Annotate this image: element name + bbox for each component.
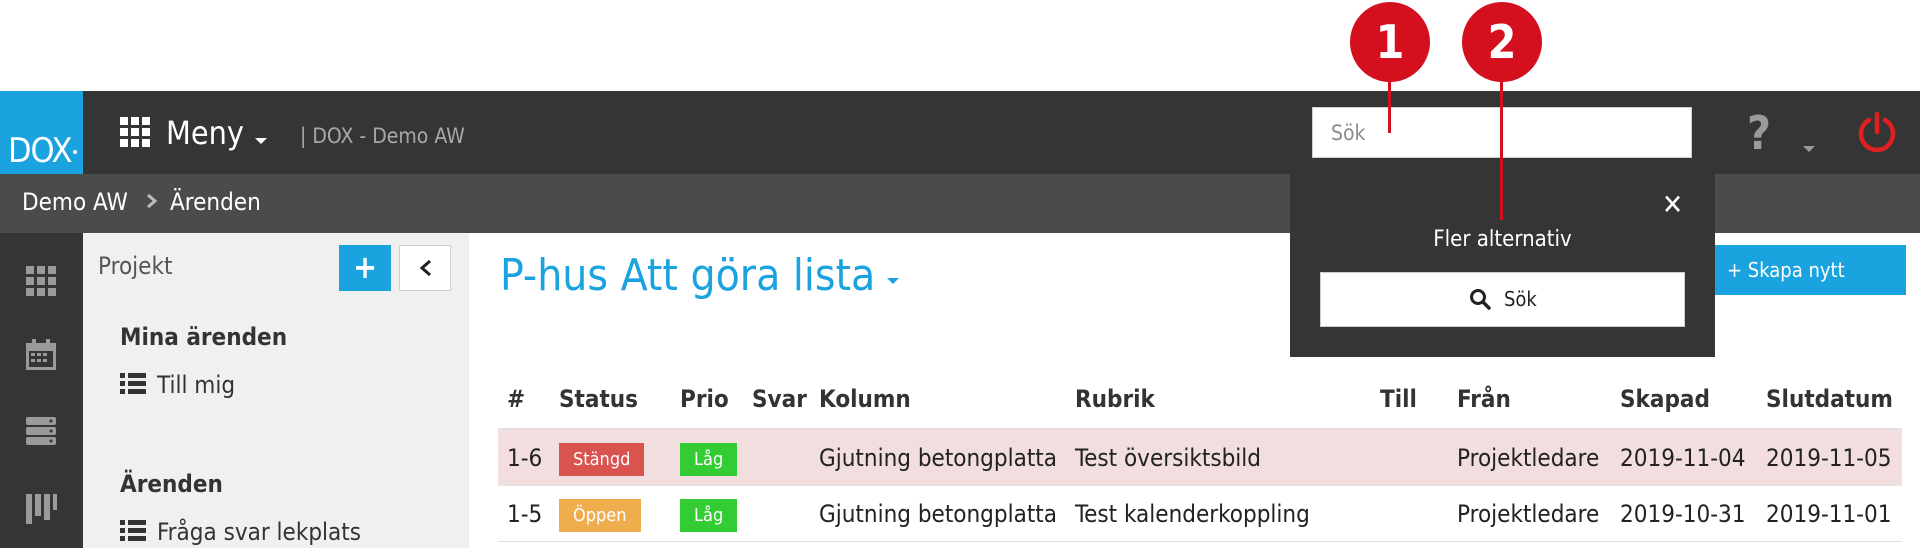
col-header-status[interactable]: Status (559, 385, 638, 413)
section-cases: Ärenden (120, 470, 223, 498)
cell-id: 1-5 (507, 500, 543, 528)
cell-from: Projektledare (1457, 444, 1600, 472)
breadcrumb-current: Ärenden (170, 188, 261, 216)
dashboard-grid-icon[interactable] (24, 264, 58, 298)
cell-end-date: 2019-11-01 (1766, 500, 1892, 528)
calendar-icon[interactable] (24, 338, 58, 372)
kanban-icon[interactable] (24, 492, 58, 526)
collapse-sidebar-button[interactable] (399, 245, 451, 291)
col-header-column[interactable]: Kolumn (819, 385, 911, 413)
col-header-created[interactable]: Skapad (1620, 385, 1710, 413)
breadcrumb-root[interactable]: Demo AW (22, 188, 128, 216)
database-icon[interactable] (24, 414, 58, 448)
add-project-button[interactable]: + (339, 245, 391, 291)
col-header-reply[interactable]: Svar (752, 385, 807, 413)
sidebar-item-to-me[interactable]: Till mig (157, 371, 235, 399)
logo-dot (73, 150, 77, 154)
status-badge: Stängd (559, 443, 645, 476)
help-icon[interactable]: ? (1747, 106, 1771, 160)
table-divider (498, 485, 1902, 486)
priority-badge: Låg (680, 499, 738, 532)
help-caret-icon[interactable] (1803, 146, 1815, 152)
list-icon (120, 520, 146, 541)
table-divider (498, 541, 1902, 542)
status-badge: Öppen (559, 499, 641, 532)
chevron-right-icon (147, 194, 158, 208)
create-case-button[interactable]: + Skapa nytt ärende (1707, 245, 1906, 332)
cell-column: Gjutning betongplatta (819, 500, 1057, 528)
col-header-subject[interactable]: Rubrik (1075, 385, 1155, 413)
cell-id: 1-6 (507, 444, 543, 472)
section-my-cases: Mina ärenden (120, 323, 288, 351)
cell-end-date: 2019-11-05 (1766, 444, 1892, 472)
project-label: Projekt (98, 252, 173, 280)
more-options-label: Fler alternativ (1433, 227, 1572, 252)
cell-column: Gjutning betongplatta (819, 444, 1057, 472)
chevron-left-icon (419, 259, 431, 277)
close-icon[interactable]: ✕ (1662, 188, 1683, 221)
search-icon (1470, 289, 1491, 310)
col-header-prio[interactable]: Prio (680, 385, 729, 413)
col-header-from[interactable]: Från (1457, 385, 1511, 413)
priority-badge: Låg (680, 443, 738, 476)
power-icon[interactable] (1855, 110, 1899, 154)
col-header-to[interactable]: Till (1380, 385, 1417, 413)
callout-marker-1: 1 (1350, 2, 1430, 82)
project-title: | DOX - Demo AW (300, 124, 465, 148)
callout-line (1388, 78, 1391, 133)
apps-grid-icon[interactable] (120, 117, 150, 147)
cell-created: 2019-11-04 (1620, 444, 1746, 472)
advanced-search-label: Sök (1504, 287, 1537, 311)
title-caret-icon[interactable] (887, 278, 899, 284)
cell-created: 2019-10-31 (1620, 500, 1746, 528)
callout-marker-2: 2 (1462, 2, 1542, 82)
col-header-end-date[interactable]: Slutdatum (1766, 385, 1893, 413)
menu-button[interactable]: Meny (166, 114, 244, 152)
cell-from: Projektledare (1457, 500, 1600, 528)
col-header-number[interactable]: # (507, 385, 525, 413)
callout-line (1500, 78, 1503, 220)
advanced-search-button[interactable] (1320, 272, 1685, 327)
sidebar-item-question-playground[interactable]: Fråga svar lekplats (157, 518, 361, 546)
logo-text: DOX (8, 131, 72, 171)
page-title[interactable]: P-hus Att göra lista (500, 250, 875, 301)
menu-caret-icon[interactable] (255, 138, 267, 144)
cell-subject[interactable]: Test kalenderkoppling (1075, 500, 1310, 528)
cell-subject[interactable]: Test översiktsbild (1075, 444, 1261, 472)
list-icon (120, 373, 146, 394)
